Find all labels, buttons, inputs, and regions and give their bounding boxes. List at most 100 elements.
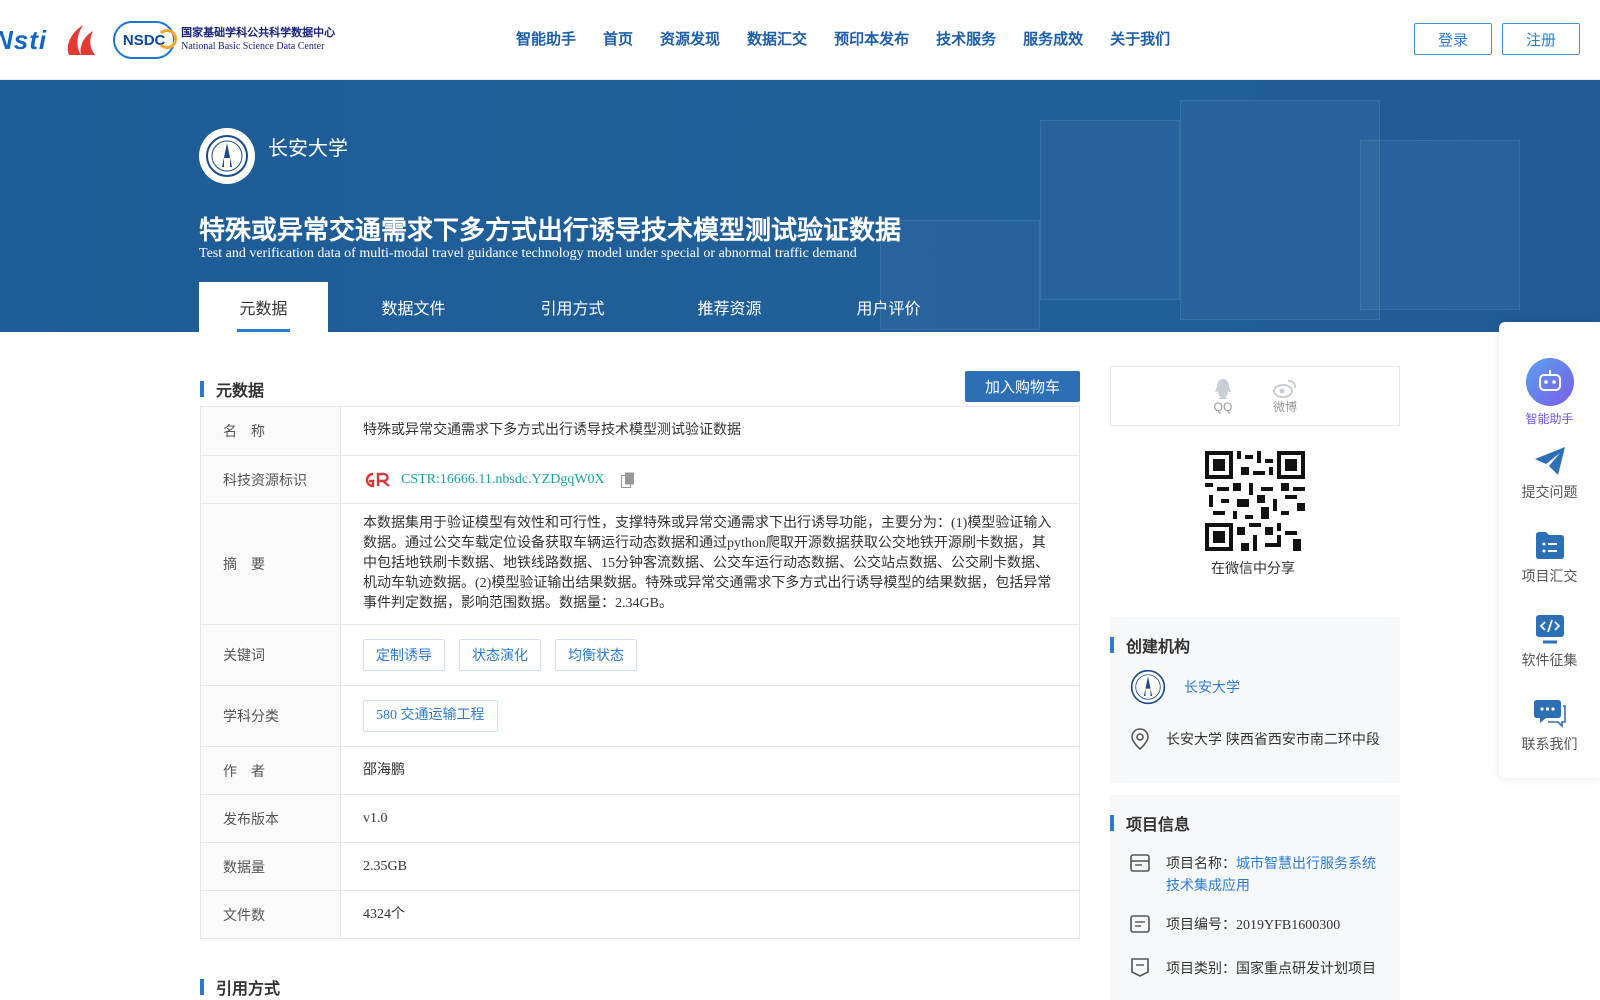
- side-assistant[interactable]: 智能助手: [1499, 358, 1600, 427]
- folder-list-icon: [1535, 532, 1564, 559]
- nav-preprint[interactable]: 预印本发布: [834, 28, 909, 49]
- creator-heading-text: 创建机构: [1126, 639, 1191, 656]
- table-row: 学科分类 580 交通运输工程: [200, 685, 1080, 747]
- project-name: 项目名称：城市智慧出行服务系统技术集成应用: [1166, 852, 1386, 896]
- nsdc-text: 国家基础学科公共科学数据中心 National Basic Science Da…: [181, 27, 335, 53]
- copy-icon[interactable]: [620, 472, 635, 488]
- nav-assistant[interactable]: 智能助手: [516, 28, 576, 49]
- nav-about[interactable]: 关于我们: [1110, 28, 1170, 49]
- creator-panel: 创建机构 长安大学 长安大学 陕西省西安市南二环中段: [1110, 617, 1400, 783]
- dataset-title-zh: 特殊或异常交通需求下多方式出行诱导技术模型测试验证数据: [199, 215, 902, 245]
- org-name[interactable]: 长安大学: [268, 132, 348, 161]
- cstr-identifier: CSTR:16666.11.nbsdc.YZDgqW0X: [363, 470, 1057, 490]
- table-row: 科技资源标识 CSTR:16666.11.nbsdc.YZDgqW0X: [200, 455, 1080, 504]
- robot-icon: [1525, 358, 1574, 406]
- metadata-heading: 元数据: [200, 377, 264, 401]
- side-submit-question[interactable]: 提交问题: [1499, 446, 1600, 502]
- nav-resources[interactable]: 资源发现: [660, 28, 720, 49]
- dataset-title-en: Test and verification data of multi-moda…: [199, 246, 857, 261]
- project-name-row: 项目名称：城市智慧出行服务系统技术集成应用: [1130, 852, 1386, 896]
- project-card-icon: [1130, 854, 1150, 872]
- nsdc-logo[interactable]: NSDC 国家基础学科公共科学数据中心 National Basic Scien…: [113, 21, 335, 59]
- qq-icon: [1214, 379, 1231, 399]
- keyword-tag[interactable]: 状态演化: [459, 639, 541, 671]
- creator-address-row: 长安大学 陕西省西安市南二环中段: [1130, 728, 1380, 750]
- share-qq-label: QQ: [1213, 400, 1233, 414]
- share-box: QQ 微博: [1110, 366, 1400, 426]
- author-value: 邵海鹏: [340, 746, 1080, 795]
- heading-bar: [200, 381, 204, 397]
- main-nav: 智能助手 首页 资源发现 数据汇交 预印本发布 技术服务 服务成效 关于我们: [516, 28, 1170, 49]
- cas-logo-icon[interactable]: [61, 23, 99, 57]
- table-row: 数据量 2.35GB: [200, 842, 1080, 891]
- metadata-heading-text: 元数据: [216, 383, 265, 400]
- side-project-submit[interactable]: 项目汇交: [1499, 530, 1600, 586]
- keyword-tag[interactable]: 定制诱导: [363, 639, 445, 671]
- paper-plane-icon: [1534, 447, 1565, 475]
- keywords-cell: 定制诱导 状态演化 均衡状态: [340, 624, 1080, 686]
- nsdc-mark: NSDC: [113, 21, 178, 59]
- banner-decoration: [1180, 100, 1380, 320]
- table-row: 关键词 定制诱导 状态演化 均衡状态: [200, 624, 1080, 686]
- heading-bar: [200, 979, 204, 995]
- detail-tabs: 元数据 数据文件 引用方式 推荐资源 用户评价: [199, 282, 964, 332]
- cstr-link[interactable]: CSTR:16666.11.nbsdc.YZDgqW0X: [401, 470, 605, 490]
- side-project-label: 项目汇交: [1521, 568, 1578, 584]
- keyword-tag[interactable]: 均衡状态: [555, 639, 637, 671]
- tab-reviews[interactable]: 用户评价: [813, 282, 964, 332]
- heading-bar: [1110, 815, 1114, 831]
- table-row: 作 者 邵海鹏: [200, 746, 1080, 795]
- project-code-icon: [1130, 915, 1150, 933]
- tab-recommended[interactable]: 推荐资源: [646, 282, 813, 332]
- project-heading: 项目信息: [1110, 811, 1190, 835]
- row-label: 发布版本: [200, 794, 341, 843]
- project-code-row: 项目编号：2019YFB1600300: [1130, 915, 1340, 937]
- table-row: 名 称 特殊或异常交通需求下多方式出行诱导技术模型测试验证数据: [200, 406, 1080, 456]
- share-qq[interactable]: QQ: [1213, 378, 1233, 414]
- version-value: v1.0: [340, 794, 1080, 843]
- side-software[interactable]: 软件征集: [1499, 614, 1600, 670]
- nsti-logo[interactable]: Nsti: [0, 25, 47, 56]
- banner-decoration: [1360, 140, 1520, 310]
- creator-heading: 创建机构: [1110, 633, 1190, 657]
- row-label: 学科分类: [200, 685, 341, 747]
- side-submit-label: 提交问题: [1521, 484, 1578, 500]
- nav-home[interactable]: 首页: [603, 28, 633, 49]
- row-label: 名 称: [200, 406, 341, 456]
- nav-tech-service[interactable]: 技术服务: [936, 28, 996, 49]
- dataset-banner: 长安大学 特殊或异常交通需求下多方式出行诱导技术模型测试验证数据 Test an…: [0, 80, 1600, 332]
- nsdc-name-en: National Basic Science Data Center: [181, 41, 325, 52]
- project-panel: 项目信息 项目名称：城市智慧出行服务系统技术集成应用 项目编号：2019YFB1…: [1110, 795, 1400, 1000]
- nav-achievements[interactable]: 服务成效: [1023, 28, 1083, 49]
- creator-org-link[interactable]: 长安大学: [1184, 677, 1240, 697]
- location-pin-icon: [1131, 728, 1149, 750]
- top-header: Nsti NSDC 国家基础学科公共科学数据中心 National Basic …: [0, 0, 1600, 80]
- login-button[interactable]: 登录: [1414, 23, 1492, 55]
- project-category-row: 项目类别：国家重点研发计划项目: [1130, 957, 1376, 979]
- row-label: 科技资源标识: [200, 455, 341, 504]
- register-button[interactable]: 注册: [1502, 23, 1580, 55]
- side-contact[interactable]: 联系我们: [1499, 698, 1600, 754]
- logo-group: Nsti NSDC 国家基础学科公共科学数据中心 National Basic …: [0, 18, 335, 62]
- cstr-cell: CSTR:16666.11.nbsdc.YZDgqW0X: [340, 455, 1080, 504]
- university-logo[interactable]: [199, 128, 255, 184]
- subject-cell: 580 交通运输工程: [340, 685, 1080, 747]
- side-assistant-label: 智能助手: [1525, 412, 1574, 426]
- subject-tag[interactable]: 580 交通运输工程: [363, 700, 498, 732]
- project-name-label: 项目名称：: [1166, 855, 1236, 871]
- row-label: 摘 要: [200, 503, 341, 625]
- nav-data-submit[interactable]: 数据汇交: [747, 28, 807, 49]
- code-icon: [1535, 615, 1564, 644]
- metadata-table: 名 称 特殊或异常交通需求下多方式出行诱导技术模型测试验证数据 科技资源标识 C…: [200, 406, 1080, 939]
- project-heading-text: 项目信息: [1126, 817, 1191, 834]
- creator-org: 长安大学: [1130, 669, 1240, 705]
- tab-citation[interactable]: 引用方式: [499, 282, 646, 332]
- banner-decoration: [1040, 120, 1180, 300]
- university-emblem-icon[interactable]: [1130, 669, 1166, 705]
- add-to-cart-button[interactable]: 加入购物车: [965, 371, 1080, 402]
- tab-metadata[interactable]: 元数据: [199, 282, 328, 332]
- share-weibo[interactable]: 微博: [1272, 378, 1297, 415]
- creator-address: 长安大学 陕西省西安市南二环中段: [1166, 731, 1380, 747]
- share-weibo-label: 微博: [1272, 399, 1297, 414]
- tab-data-files[interactable]: 数据文件: [328, 282, 499, 332]
